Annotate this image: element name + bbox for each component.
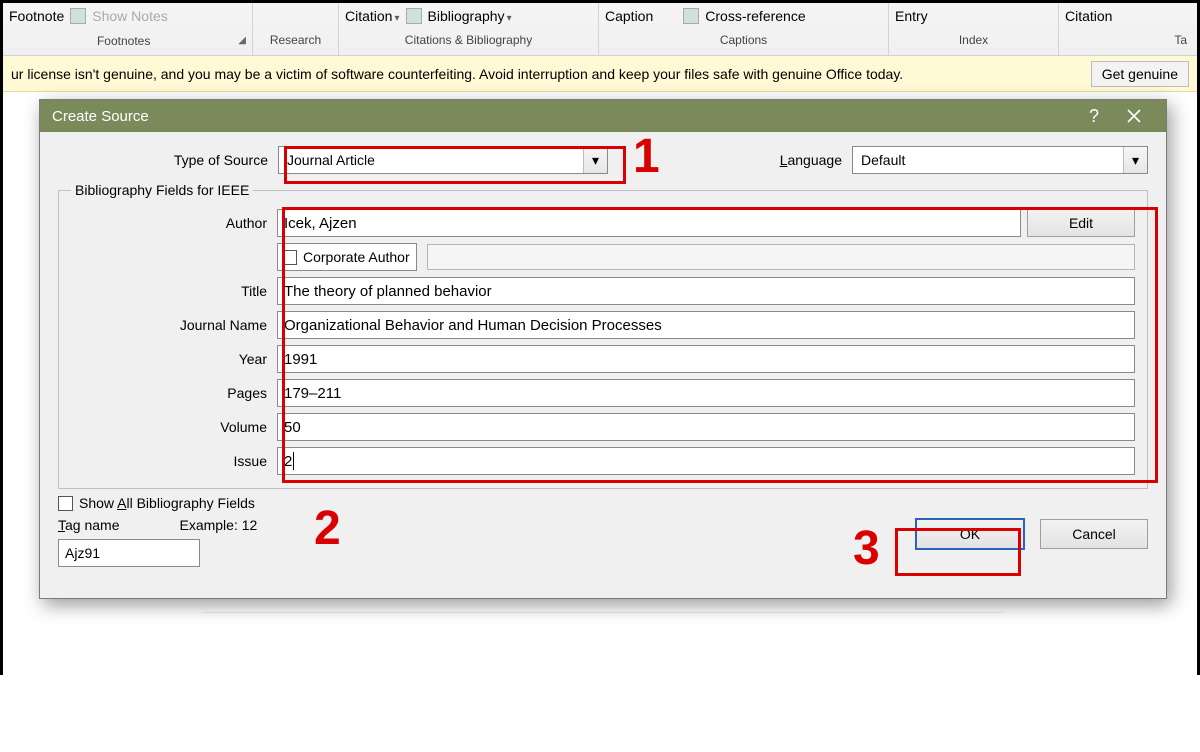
get-genuine-button[interactable]: Get genuine <box>1091 61 1189 87</box>
ribbon-group-research: Research <box>253 3 339 55</box>
author-input[interactable]: Icek, Ajzen <box>277 209 1021 237</box>
help-button[interactable]: ? <box>1074 100 1114 132</box>
ribbon-btn-show-notes: Show Notes <box>92 8 167 24</box>
ribbon-group-label: Citations & Bibliography <box>345 29 592 53</box>
ribbon-group-index: Entry Index <box>889 3 1059 55</box>
ribbon-group-label: Captions <box>605 29 882 53</box>
ribbon-group-citations: Citation▾ Bibliography▾ Citations & Bibl… <box>339 3 599 55</box>
author-label: Author <box>71 215 277 231</box>
year-input[interactable]: 1991 <box>277 345 1135 373</box>
ribbon-btn-citation2[interactable]: Citation <box>1065 8 1112 24</box>
screenshot-frame: Footnote Show Notes Footnotes ◢ Research… <box>0 0 1200 675</box>
year-label: Year <box>71 351 277 367</box>
corporate-author-label: Corporate Author <box>303 249 410 265</box>
volume-label: Volume <box>71 419 277 435</box>
bibliography-icon <box>406 8 422 24</box>
journal-label: Journal Name <box>71 317 277 333</box>
ok-button[interactable]: OK <box>916 519 1024 549</box>
show-all-fields-row[interactable]: Show All Bibliography Fields <box>58 495 257 511</box>
journal-input[interactable]: Organizational Behavior and Human Decisi… <box>277 311 1135 339</box>
show-all-checkbox[interactable] <box>58 496 73 511</box>
ribbon-btn-bibliography[interactable]: Bibliography▾ <box>428 8 512 24</box>
ribbon-btn-crossref[interactable]: Cross-reference <box>705 8 805 24</box>
tag-name-input[interactable]: Ajz91 <box>58 539 200 567</box>
tag-example: Example: 12 <box>179 517 257 533</box>
ribbon-btn-caption[interactable]: Caption <box>605 8 653 24</box>
create-source-dialog: Create Source ? Type of Source Journal A… <box>39 99 1167 599</box>
pages-input[interactable]: 179–211 <box>277 379 1135 407</box>
banner-text: ur license isn't genuine, and you may be… <box>11 66 903 82</box>
issue-label: Issue <box>71 453 277 469</box>
ribbon-group-footnotes: Footnote Show Notes Footnotes ◢ <box>3 3 253 55</box>
ribbon: Footnote Show Notes Footnotes ◢ Research… <box>3 3 1197 56</box>
cancel-button[interactable]: Cancel <box>1040 519 1148 549</box>
title-label: Title <box>71 283 277 299</box>
language-value: Default <box>853 152 913 168</box>
title-input[interactable]: The theory of planned behavior <box>277 277 1135 305</box>
corporate-author-checkbox[interactable] <box>282 250 297 265</box>
chevron-down-icon[interactable]: ▾ <box>583 147 607 173</box>
bibliography-fieldset: Bibliography Fields for IEEE Author Icek… <box>58 182 1148 489</box>
ribbon-group-label: Index <box>895 29 1052 53</box>
crossref-icon <box>683 8 699 24</box>
type-of-source-combo[interactable]: Journal Article ▾ <box>278 146 608 174</box>
dialog-title: Create Source <box>52 108 149 125</box>
language-combo[interactable]: Default ▾ <box>852 146 1148 174</box>
fieldset-legend: Bibliography Fields for IEEE <box>71 182 253 198</box>
close-button[interactable] <box>1114 100 1154 132</box>
dialog-titlebar[interactable]: Create Source ? <box>40 100 1166 132</box>
language-label: Language <box>780 152 852 168</box>
dialog-launcher-icon[interactable]: ◢ <box>238 30 246 52</box>
type-of-source-value: Journal Article <box>279 152 383 168</box>
chevron-down-icon[interactable]: ▾ <box>1123 147 1147 173</box>
license-banner: ur license isn't genuine, and you may be… <box>3 56 1197 92</box>
ribbon-group-captions: Caption Cross-reference Captions <box>599 3 889 55</box>
ribbon-btn-entry[interactable]: Entry <box>895 8 928 24</box>
ribbon-btn-citation[interactable]: Citation▾ <box>345 8 400 24</box>
notes-icon <box>70 8 86 24</box>
ribbon-group-label: Ta <box>1065 29 1191 53</box>
tag-name-label: Tag name <box>58 517 119 533</box>
ribbon-group-toa: Citation Ta <box>1059 3 1197 55</box>
edit-author-button[interactable]: Edit <box>1027 209 1135 237</box>
volume-input[interactable]: 50 <box>277 413 1135 441</box>
show-all-label: Show All Bibliography Fields <box>79 495 255 511</box>
page <box>203 612 1003 752</box>
issue-input[interactable]: 2 <box>277 447 1135 475</box>
text-caret <box>293 452 294 470</box>
close-icon <box>1127 109 1141 123</box>
ribbon-btn-footnote[interactable]: Footnote <box>9 8 64 24</box>
type-of-source-label: Type of Source <box>58 152 278 168</box>
ribbon-group-label: Footnotes <box>9 30 238 52</box>
corporate-author-input[interactable] <box>427 244 1135 270</box>
ribbon-group-label: Research <box>259 29 332 53</box>
pages-label: Pages <box>71 385 277 401</box>
